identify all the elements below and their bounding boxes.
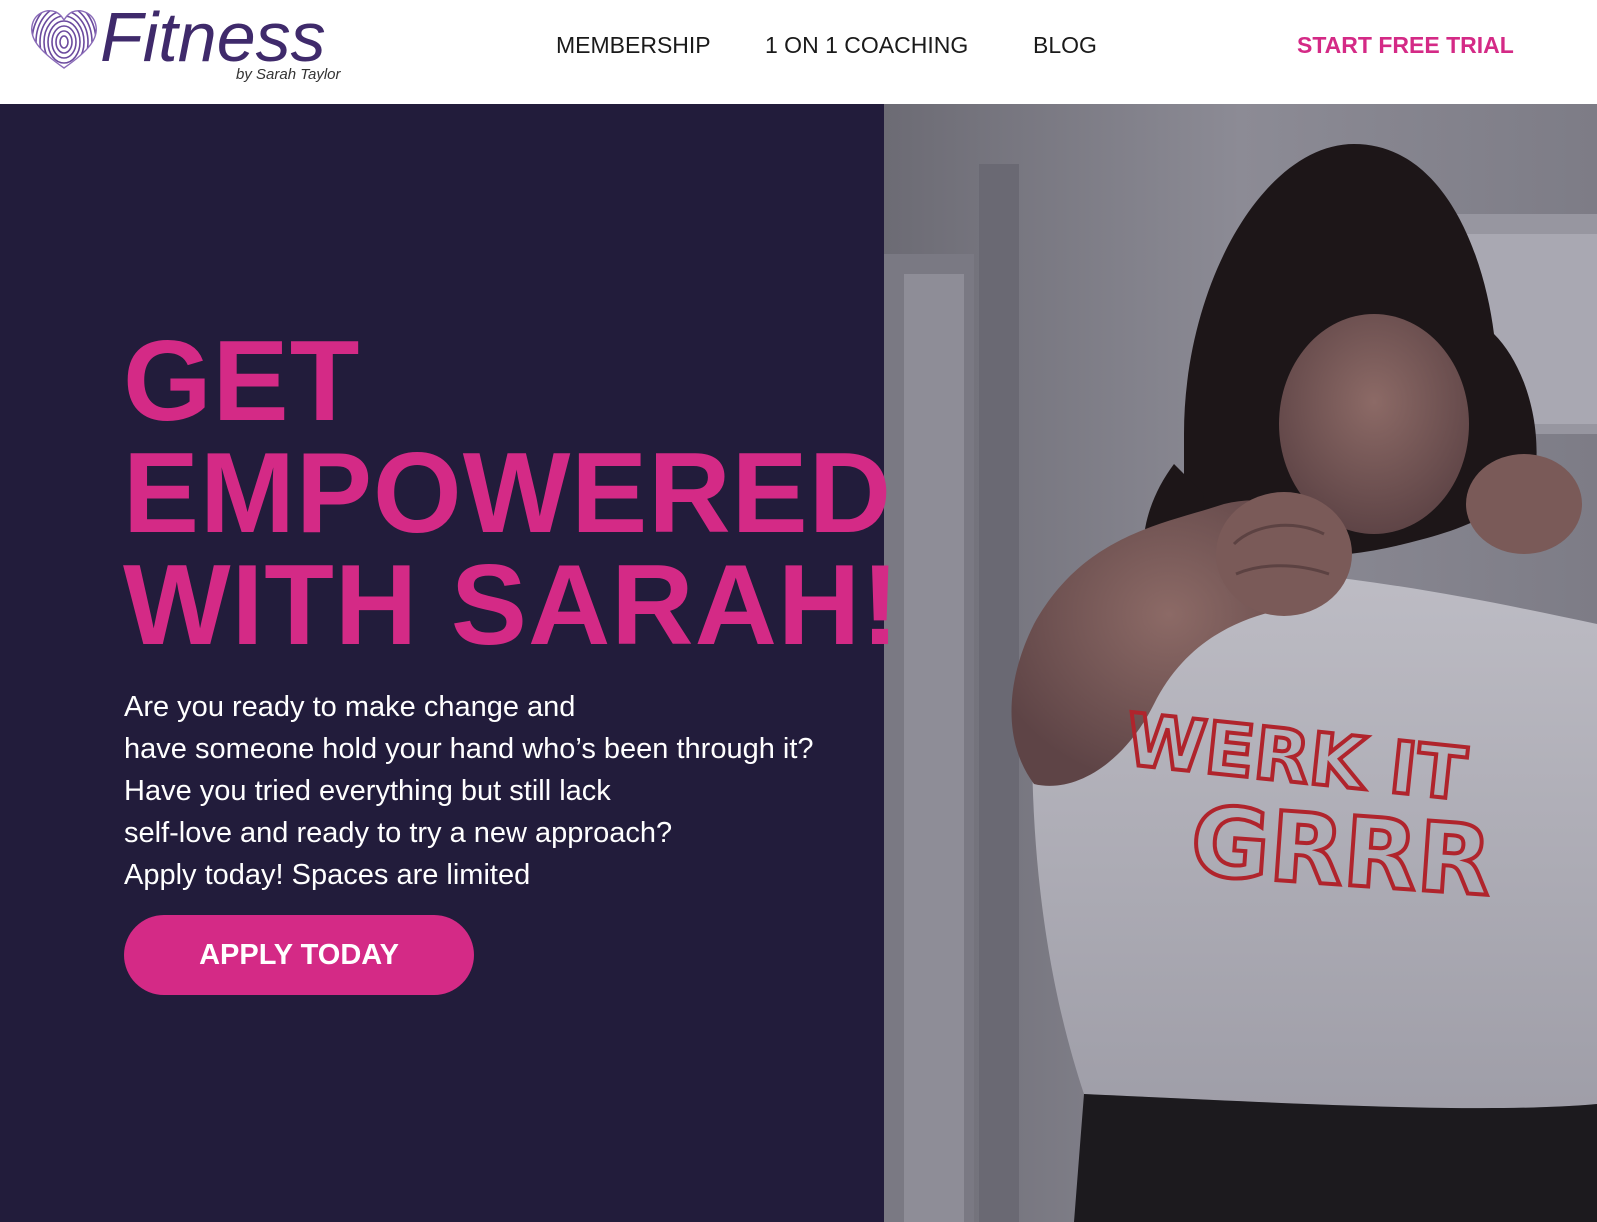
boxing-woman-photo: WERK IT GRRR — [884, 104, 1597, 1222]
logo-wordmark: Fitness — [100, 0, 326, 76]
fingerprint-heart-icon — [31, 10, 97, 69]
nav-blog[interactable]: BLOG — [1033, 32, 1097, 59]
logo-byline: by Sarah Taylor — [236, 66, 341, 83]
hero-photo: WERK IT GRRR — [884, 104, 1597, 1222]
description-line-1: Are you ready to make change and — [124, 691, 576, 723]
site-header: Fitness by Sarah Taylor MEMBERSHIP 1 ON … — [0, 0, 1597, 104]
nav-coaching[interactable]: 1 ON 1 COACHING — [765, 32, 968, 59]
headline-line-2: EMPOWERED — [123, 430, 893, 557]
shirt-text-line-2: GRRR — [1187, 785, 1495, 918]
description-line-5: Apply today! Spaces are limited — [124, 859, 531, 891]
description-line-2: have someone hold your hand who’s been t… — [124, 733, 814, 765]
headline-line-3: WITH SARAH! — [123, 542, 901, 669]
hero-description: Are you ready to make change and have so… — [124, 686, 884, 896]
description-line-4: self-love and ready to try a new approac… — [124, 817, 673, 849]
apply-today-button[interactable]: APPLY TODAY — [124, 915, 474, 995]
description-line-3: Have you tried everything but still lack — [124, 775, 611, 807]
logo-link[interactable]: Fitness by Sarah Taylor — [28, 2, 388, 88]
nav-membership[interactable]: MEMBERSHIP — [556, 32, 711, 59]
start-free-trial-link[interactable]: START FREE TRIAL — [1297, 32, 1514, 59]
hero-headline: GET EMPOWERED WITH SARAH! — [123, 318, 1023, 669]
hero-section: WERK IT GRRR GET EMPOWERED WITH SARAH! A… — [0, 104, 1597, 1222]
headline-line-1: GET — [123, 318, 361, 445]
